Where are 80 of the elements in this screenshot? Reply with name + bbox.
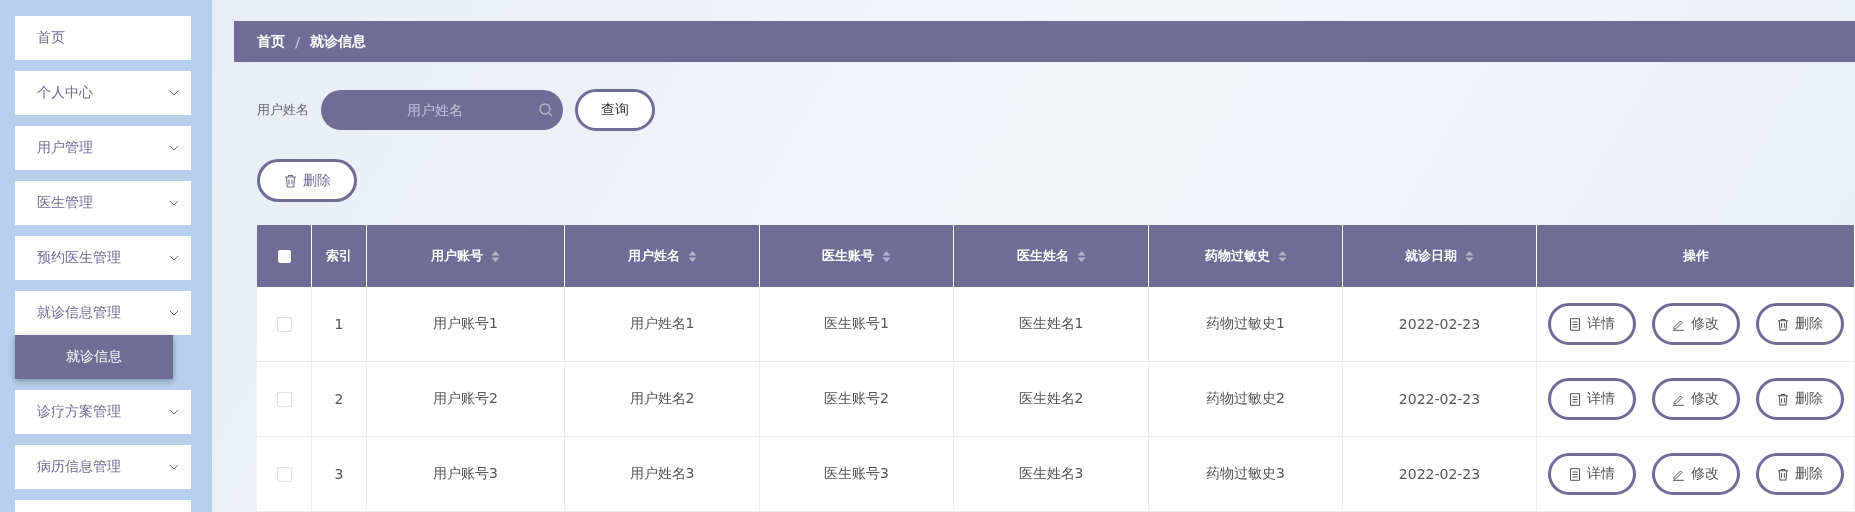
breadcrumb-item[interactable]: 首页 bbox=[257, 32, 285, 51]
edit-button[interactable]: 修改 bbox=[1651, 378, 1740, 420]
table-cell: 1 bbox=[334, 316, 344, 332]
column-header: 药物过敏史 bbox=[1204, 247, 1270, 265]
table-cell: 2 bbox=[334, 391, 344, 407]
row-checkbox[interactable] bbox=[276, 391, 292, 407]
trash-icon bbox=[1776, 317, 1789, 331]
column-header: 医生姓名 bbox=[1016, 247, 1069, 265]
submenu-item[interactable]: 就诊信息 bbox=[15, 335, 173, 379]
menu-item[interactable]: 病历信息管理 bbox=[15, 445, 191, 489]
menu-item[interactable]: 首页 bbox=[15, 16, 191, 60]
menu-item[interactable]: 医生管理 bbox=[15, 181, 191, 225]
table-cell: 2022-02-23 bbox=[1398, 466, 1481, 482]
search-input[interactable]: 用户姓名 bbox=[331, 101, 539, 119]
sort-icon[interactable] bbox=[1465, 249, 1474, 263]
select-all-checkbox[interactable] bbox=[277, 249, 291, 263]
search-icon bbox=[539, 103, 553, 117]
table-cell: 用户账号1 bbox=[433, 315, 498, 333]
menu-item[interactable]: 预约医生管理 bbox=[15, 236, 191, 280]
chevron-icon bbox=[169, 200, 179, 206]
sort-icon[interactable] bbox=[1076, 249, 1086, 263]
table-cell: 2022-02-23 bbox=[1398, 316, 1481, 332]
document-icon bbox=[1568, 392, 1581, 406]
chevron-icon bbox=[169, 90, 179, 96]
edit-button[interactable]: 修改 bbox=[1651, 303, 1740, 345]
breadcrumb-separator: / bbox=[295, 33, 301, 50]
detail-button[interactable]: 详情 bbox=[1547, 303, 1636, 345]
table-cell: 医生姓名2 bbox=[1018, 390, 1084, 408]
edit-button[interactable]: 修改 bbox=[1651, 453, 1740, 495]
table-cell: 用户账号3 bbox=[433, 465, 498, 483]
table-cell: 医生账号1 bbox=[824, 315, 889, 333]
table-cell: 用户账号2 bbox=[433, 390, 498, 408]
query-button[interactable]: 查询 bbox=[575, 89, 655, 131]
table-cell: 用户姓名1 bbox=[629, 315, 695, 333]
table-cell: 2022-02-23 bbox=[1398, 391, 1481, 407]
table-cell: 药物过敏史1 bbox=[1206, 315, 1285, 333]
table-cell: 医生姓名3 bbox=[1018, 465, 1084, 483]
row-checkbox[interactable] bbox=[276, 316, 292, 332]
table-cell: 药物过敏史2 bbox=[1206, 390, 1285, 408]
delete-button[interactable]: 删除 bbox=[1755, 453, 1844, 495]
menu-item[interactable]: 用户管理 bbox=[15, 126, 191, 170]
sort-icon[interactable] bbox=[687, 249, 697, 263]
chevron-icon bbox=[169, 255, 179, 261]
delete-button[interactable]: 删除 bbox=[257, 159, 357, 202]
document-icon bbox=[1568, 317, 1581, 331]
menu-item[interactable]: 个人中心 bbox=[15, 71, 191, 115]
column-header: 医生账号 bbox=[822, 247, 874, 265]
breadcrumb-item: 就诊信息 bbox=[310, 32, 367, 51]
chevron-icon bbox=[169, 409, 179, 415]
column-header: 用户姓名 bbox=[627, 247, 680, 265]
delete-button[interactable]: 删除 bbox=[1755, 378, 1844, 420]
chevron-icon bbox=[169, 464, 179, 470]
sort-icon[interactable] bbox=[882, 249, 891, 263]
column-header: 就诊日期 bbox=[1405, 247, 1457, 265]
detail-button[interactable]: 详情 bbox=[1547, 378, 1636, 420]
trash-icon bbox=[283, 173, 297, 188]
delete-button[interactable]: 删除 bbox=[1755, 303, 1844, 345]
field-label: 用户姓名 bbox=[257, 101, 309, 119]
trash-icon bbox=[1776, 392, 1789, 406]
table-cell: 药物过敏史3 bbox=[1206, 465, 1285, 483]
table-cell: 用户姓名3 bbox=[629, 465, 695, 483]
trash-icon bbox=[1776, 467, 1789, 481]
row-checkbox[interactable] bbox=[276, 466, 292, 482]
sort-icon[interactable] bbox=[1277, 249, 1287, 263]
table-cell: 医生账号2 bbox=[824, 390, 889, 408]
table-cell: 医生账号3 bbox=[824, 465, 889, 483]
chevron-icon bbox=[169, 310, 179, 316]
detail-button[interactable]: 详情 bbox=[1547, 453, 1636, 495]
sort-icon[interactable] bbox=[491, 249, 500, 263]
table-cell: 用户姓名2 bbox=[629, 390, 695, 408]
document-icon bbox=[1568, 467, 1581, 481]
column-header: 索引 bbox=[326, 247, 352, 265]
menu-item[interactable]: 就诊信息管理 bbox=[15, 291, 191, 335]
column-header: 操作 bbox=[1682, 247, 1709, 265]
search-field[interactable]: 用户姓名 bbox=[321, 90, 563, 130]
menu-item[interactable]: 诊疗方案管理 bbox=[15, 390, 191, 434]
table-cell: 医生姓名1 bbox=[1018, 315, 1084, 333]
chevron-icon bbox=[169, 145, 179, 151]
table-cell: 3 bbox=[334, 466, 344, 482]
column-header: 用户账号 bbox=[431, 247, 483, 265]
